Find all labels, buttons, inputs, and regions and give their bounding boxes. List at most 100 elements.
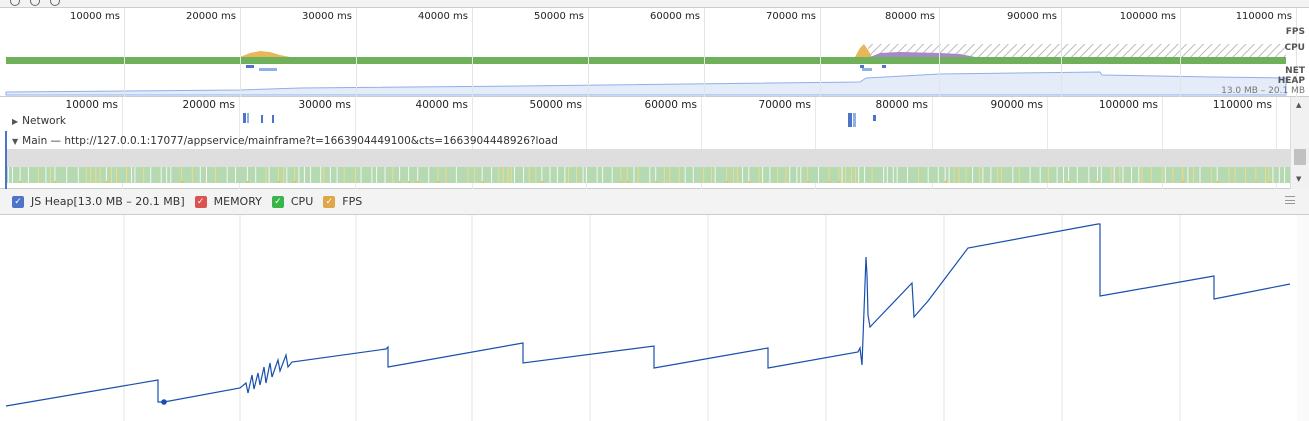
task-boundary xyxy=(958,167,960,183)
scroll-up-icon[interactable]: ▲ xyxy=(1296,101,1301,109)
task-mark xyxy=(655,181,658,183)
task-boundary xyxy=(111,167,112,183)
scroll-thumb[interactable] xyxy=(1294,149,1306,165)
reload-icon[interactable] xyxy=(30,0,40,6)
flame-chart[interactable]: 10000 ms 20000 ms 30000 ms 40000 ms 50000 ms… xyxy=(0,97,1309,189)
heap-point-marker xyxy=(161,399,167,405)
task-boundary xyxy=(663,167,665,183)
overview-tick-label: 110000 ms xyxy=(1235,11,1292,22)
memory-checkbox[interactable]: ✓ xyxy=(194,195,207,208)
task-boundary xyxy=(481,167,483,183)
task-boundary xyxy=(170,167,172,183)
task-boundary xyxy=(907,167,908,183)
collapse-triangle-icon[interactable]: ▼ xyxy=(12,137,18,146)
task-boundary xyxy=(1199,167,1201,183)
memory-chart[interactable] xyxy=(0,215,1309,421)
task-boundary xyxy=(226,167,228,183)
scroll-down-icon[interactable]: ▼ xyxy=(1296,175,1301,183)
task-boundary xyxy=(990,167,992,183)
task-boundary xyxy=(828,167,830,183)
task-boundary xyxy=(541,167,543,183)
task-boundary xyxy=(742,167,744,183)
task-boundary xyxy=(1216,167,1218,183)
net-mark xyxy=(862,68,872,71)
overview-gridline xyxy=(588,8,589,97)
task-boundary xyxy=(329,167,331,183)
task-boundary xyxy=(858,167,860,183)
legend-memory[interactable]: ✓ MEMORY xyxy=(194,195,262,208)
task-boundary xyxy=(1056,167,1058,183)
task-boundary xyxy=(131,167,132,183)
task-boundary xyxy=(399,167,401,183)
task-boundary xyxy=(298,167,300,183)
task-mark xyxy=(1182,181,1185,183)
task-boundary xyxy=(54,167,56,183)
task-boundary xyxy=(1182,167,1184,183)
legend-cpu[interactable]: ✓ CPU xyxy=(271,195,313,208)
task-boundary xyxy=(1119,167,1121,183)
task-mark xyxy=(408,181,411,183)
clear-icon[interactable] xyxy=(50,0,60,6)
task-boundary xyxy=(99,167,101,183)
task-boundary xyxy=(1012,167,1014,183)
task-boundary xyxy=(77,167,79,183)
task-boundary xyxy=(1131,167,1132,183)
task-mark xyxy=(246,181,249,183)
net-mark xyxy=(860,65,864,68)
task-boundary xyxy=(1172,167,1174,183)
task-mark xyxy=(19,181,22,183)
task-boundary xyxy=(1047,167,1049,183)
task-boundary xyxy=(268,167,270,183)
task-boundary xyxy=(181,167,182,183)
task-boundary xyxy=(37,167,39,183)
task-boundary xyxy=(726,167,728,183)
overview-gridline xyxy=(1061,8,1062,97)
task-boundary xyxy=(371,167,373,183)
task-mark xyxy=(181,181,183,183)
task-boundary xyxy=(355,167,356,183)
task-boundary xyxy=(733,167,735,183)
menu-icon[interactable] xyxy=(1285,196,1295,204)
task-boundary xyxy=(892,167,894,183)
fps-checkbox[interactable]: ✓ xyxy=(323,195,336,208)
task-boundary xyxy=(684,167,686,183)
legend-js-heap[interactable]: ✓ JS Heap[13.0 MB – 20.1 MB] xyxy=(12,195,185,208)
task-mark xyxy=(54,181,57,183)
task-boundary xyxy=(474,167,476,183)
toolbar xyxy=(0,0,1309,8)
task-boundary xyxy=(807,167,809,183)
flame-scrollbar[interactable]: ▲ ▼ xyxy=(1290,97,1309,189)
task-boundary xyxy=(549,167,551,183)
task-boundary xyxy=(714,167,716,183)
network-request xyxy=(853,113,856,127)
task-boundary xyxy=(336,167,338,183)
task-boundary xyxy=(116,167,118,183)
js-heap-checkbox[interactable]: ✓ xyxy=(12,195,24,208)
task-mark xyxy=(626,181,629,183)
main-track[interactable]: ▼ Main — http://127.0.0.1:17077/appservic… xyxy=(12,135,558,147)
cpu-checkbox[interactable]: ✓ xyxy=(271,195,284,208)
task-boundary xyxy=(392,167,394,183)
task-boundary xyxy=(1278,167,1280,183)
task-boundary xyxy=(12,167,13,183)
timeline-overview[interactable]: 10000 ms 20000 ms 30000 ms 40000 ms 50000 ms… xyxy=(0,8,1309,97)
task-boundary xyxy=(855,167,857,183)
task-boundary xyxy=(19,167,21,183)
task-boundary xyxy=(871,167,873,183)
task-boundary xyxy=(467,167,469,183)
net-mark xyxy=(259,68,277,71)
record-icon[interactable] xyxy=(10,0,20,6)
task-boundary xyxy=(841,167,843,183)
task-boundary xyxy=(310,167,312,183)
task-mark xyxy=(1268,181,1271,183)
task-boundary xyxy=(294,167,296,183)
task-boundary xyxy=(864,167,866,183)
overview-gridline xyxy=(124,8,125,97)
legend-fps[interactable]: ✓ FPS xyxy=(323,195,362,208)
task-boundary xyxy=(428,167,430,183)
task-boundary xyxy=(626,167,628,183)
task-boundary xyxy=(997,167,999,183)
network-request xyxy=(272,115,274,123)
task-boundary xyxy=(633,167,635,183)
heap-range-label: 13.0 MB – 20.1 MB xyxy=(1221,86,1305,96)
